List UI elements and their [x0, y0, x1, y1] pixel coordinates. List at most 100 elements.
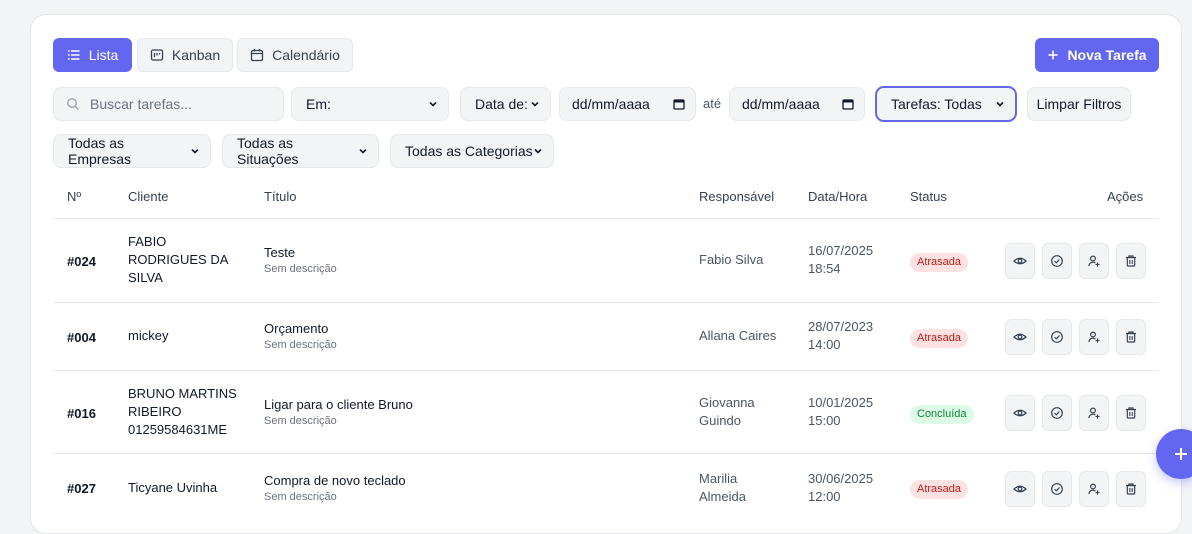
- clear-filters-button[interactable]: Limpar Filtros: [1027, 87, 1131, 121]
- task-date: 16/07/2025: [808, 243, 874, 258]
- col-actions: Ações: [1107, 189, 1144, 204]
- divider: [53, 370, 1159, 371]
- col-status: Status: [910, 189, 947, 204]
- view-icon: [1013, 406, 1027, 420]
- task-time: 18:54: [808, 261, 841, 276]
- view-task-button[interactable]: [1005, 319, 1035, 355]
- divider: [53, 302, 1159, 303]
- delete-task-button[interactable]: [1116, 395, 1146, 431]
- task-number: #027: [67, 481, 96, 496]
- chevron-down-icon: [534, 148, 542, 154]
- complete-task-button[interactable]: [1042, 243, 1072, 279]
- task-number: #024: [67, 254, 96, 269]
- task-time: 15:00: [808, 413, 841, 428]
- date-range-separator: até: [703, 96, 722, 111]
- status-badge: Atrasada: [910, 480, 969, 499]
- em-select-value: Em:: [306, 96, 331, 112]
- client-line: RODRIGUES DA: [128, 252, 229, 267]
- view-task-button[interactable]: [1005, 395, 1035, 431]
- complete-task-button[interactable]: [1042, 395, 1072, 431]
- date-from-select[interactable]: Data de:: [460, 87, 551, 121]
- plus-icon: [1048, 50, 1058, 60]
- date-from-input[interactable]: dd/mm/aaaa: [559, 87, 696, 121]
- check-circle-icon: [1050, 254, 1064, 268]
- delete-task-button[interactable]: [1116, 319, 1146, 355]
- trash-icon: [1124, 482, 1138, 496]
- task-number: #016: [67, 406, 96, 421]
- categories-select[interactable]: Todas as Categorias: [390, 134, 554, 168]
- task-date: 28/07/2023: [808, 319, 874, 334]
- status-badge: Concluída: [910, 405, 974, 424]
- assign-user-button[interactable]: [1079, 395, 1109, 431]
- view-icon: [1013, 482, 1027, 496]
- calendar-icon: [250, 49, 264, 62]
- tasks-panel: Lista Kanban Calendário Nova Tarefa Busc…: [30, 14, 1182, 534]
- trash-icon: [1124, 254, 1138, 268]
- search-input[interactable]: Buscar tarefas...: [53, 87, 284, 121]
- col-client: Cliente: [128, 189, 169, 204]
- task-time: 12:00: [808, 489, 841, 504]
- assign-user-button[interactable]: [1079, 243, 1109, 279]
- responsible: Almeida: [699, 489, 746, 504]
- assign-user-icon: [1087, 482, 1101, 496]
- delete-task-button[interactable]: [1116, 243, 1146, 279]
- search-icon: [66, 97, 79, 110]
- task-description: Sem descrição: [264, 339, 337, 351]
- tasks-select-value: Tarefas: Todas: [891, 96, 982, 112]
- categories-select-value: Todas as Categorias: [405, 143, 533, 159]
- assign-user-icon: [1087, 406, 1101, 420]
- trash-icon: [1124, 330, 1138, 344]
- col-num: Nº: [67, 189, 82, 204]
- calendar-icon: [673, 99, 685, 110]
- col-responsible: Responsável: [699, 189, 775, 204]
- situations-select-value: Todas as Situações: [237, 135, 299, 167]
- chevron-down-icon: [429, 101, 437, 107]
- companies-select-value: Todas as Empresas: [68, 135, 132, 167]
- col-datetime: Data/Hora: [808, 189, 868, 204]
- list-icon: [67, 50, 80, 60]
- search-placeholder: Buscar tarefas...: [90, 96, 192, 112]
- view-kanban-button[interactable]: Kanban: [137, 38, 233, 72]
- view-calendar-label: Calendário: [272, 47, 340, 63]
- view-task-button[interactable]: [1005, 243, 1035, 279]
- status-badge: Atrasada: [910, 253, 969, 272]
- client-line: 01259584631ME: [128, 422, 228, 437]
- view-kanban-label: Kanban: [171, 47, 221, 63]
- chevron-down-icon: [191, 148, 199, 154]
- task-description: Sem descrição: [264, 415, 337, 427]
- date-to-input[interactable]: dd/mm/aaaa: [729, 87, 865, 121]
- clear-filters-label: Limpar Filtros: [1036, 96, 1122, 112]
- assign-user-icon: [1087, 254, 1101, 268]
- task-date: 30/06/2025: [808, 471, 874, 486]
- responsible: Guindo: [699, 413, 741, 428]
- task-title: Compra de novo teclado: [264, 473, 406, 488]
- companies-select[interactable]: Todas as Empresas: [53, 134, 211, 168]
- task-title: Ligar para o cliente Bruno: [264, 397, 413, 412]
- assign-user-icon: [1087, 330, 1101, 344]
- tasks-select[interactable]: Tarefas: Todas: [876, 87, 1016, 121]
- responsible: Allana Caires: [699, 328, 777, 343]
- task-description: Sem descrição: [264, 263, 337, 275]
- date-to-placeholder: dd/mm/aaaa: [742, 96, 820, 112]
- kanban-icon: [150, 49, 164, 61]
- client-line: SILVA: [128, 270, 163, 285]
- complete-task-button[interactable]: [1042, 319, 1072, 355]
- task-time: 14:00: [808, 337, 841, 352]
- assign-user-button[interactable]: [1079, 319, 1109, 355]
- plus-icon: [1175, 448, 1187, 460]
- new-task-button[interactable]: Nova Tarefa: [1035, 38, 1159, 72]
- view-list-button[interactable]: Lista: [53, 38, 132, 72]
- client-line: BRUNO MARTINS: [128, 386, 237, 401]
- view-calendar-button[interactable]: Calendário: [237, 38, 353, 72]
- trash-icon: [1124, 406, 1138, 420]
- situations-select[interactable]: Todas as Situações: [222, 134, 379, 168]
- new-task-label: Nova Tarefa: [1067, 47, 1147, 63]
- check-circle-icon: [1050, 330, 1064, 344]
- task-title: Teste: [264, 245, 296, 260]
- em-select[interactable]: Em:: [291, 87, 449, 121]
- view-icon: [1013, 254, 1027, 268]
- task-title: Orçamento: [264, 321, 329, 336]
- view-list-label: Lista: [88, 47, 119, 63]
- responsible: Giovanna: [699, 395, 755, 410]
- view-icon: [1013, 330, 1027, 344]
